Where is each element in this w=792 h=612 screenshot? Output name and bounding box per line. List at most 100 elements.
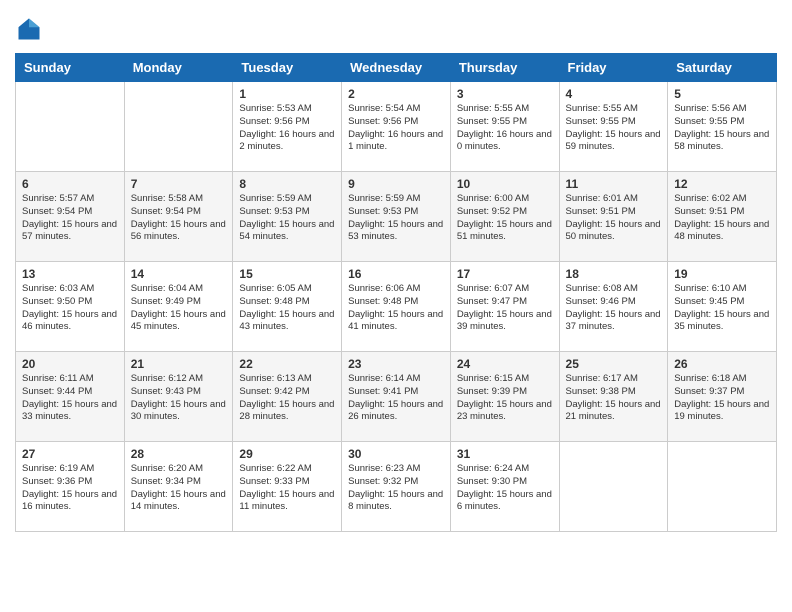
cell-info-text: Sunrise: 5:57 AM Sunset: 9:54 PM Dayligh… — [22, 193, 118, 244]
cell-info-text: Sunrise: 6:24 AM Sunset: 9:30 PM Dayligh… — [457, 463, 553, 514]
cell-day-number: 30 — [348, 447, 444, 461]
page-header — [15, 15, 777, 43]
calendar-cell: 29 Sunrise: 6:22 AM Sunset: 9:33 PM Dayli… — [233, 442, 342, 532]
calendar-cell — [559, 442, 668, 532]
weekday-header: Friday — [559, 54, 668, 82]
cell-day-number: 17 — [457, 267, 553, 281]
cell-day-number: 6 — [22, 177, 118, 191]
cell-day-number: 5 — [674, 87, 770, 101]
cell-day-number: 24 — [457, 357, 553, 371]
cell-day-number: 23 — [348, 357, 444, 371]
cell-info-text: Sunrise: 6:17 AM Sunset: 9:38 PM Dayligh… — [566, 373, 662, 424]
calendar-cell: 28Sunrise: 6:20 AM Sunset: 9:34 PM Dayli… — [124, 442, 233, 532]
calendar-cell: 18 Sunrise: 6:08 AM Sunset: 9:46 PM Dayli… — [559, 262, 668, 352]
calendar-cell: 24 Sunrise: 6:15 AM Sunset: 9:39 PM Dayli… — [450, 352, 559, 442]
calendar-cell: 7 Sunrise: 5:58 AM Sunset: 9:54 PM Daylig… — [124, 172, 233, 262]
cell-info-text: Sunrise: 6:10 AM Sunset: 9:45 PM Dayligh… — [674, 283, 770, 334]
calendar-cell: 15 Sunrise: 6:05 AM Sunset: 9:48 PM Dayli… — [233, 262, 342, 352]
cell-day-number: 31 — [457, 447, 553, 461]
cell-day-number: 11 — [566, 177, 662, 191]
weekday-header: Sunday — [16, 54, 125, 82]
cell-info-text: Sunrise: 6:05 AM Sunset: 9:48 PM Dayligh… — [239, 283, 335, 334]
logo-icon — [15, 15, 43, 43]
calendar-cell: 16 Sunrise: 6:06 AM Sunset: 9:48 PM Dayli… — [342, 262, 451, 352]
cell-day-number: 4 — [566, 87, 662, 101]
cell-day-number: 14 — [131, 267, 227, 281]
cell-day-number: 25 — [566, 357, 662, 371]
calendar-cell — [124, 82, 233, 172]
cell-info-text: Sunrise: 5:59 AM Sunset: 9:53 PM Dayligh… — [348, 193, 444, 244]
cell-day-number: 7 — [131, 177, 227, 191]
calendar-cell — [16, 82, 125, 172]
cell-info-text: Sunrise: 5:55 AM Sunset: 9:55 PM Dayligh… — [457, 103, 553, 154]
cell-info-text: Sunrise: 6:02 AM Sunset: 9:51 PM Dayligh… — [674, 193, 770, 244]
calendar-cell: 25 Sunrise: 6:17 AM Sunset: 9:38 PM Dayli… — [559, 352, 668, 442]
calendar-cell: 10 Sunrise: 6:00 AM Sunset: 9:52 PM Dayli… — [450, 172, 559, 262]
calendar-cell: 1Sunrise: 5:53 AM Sunset: 9:56 PM Daylig… — [233, 82, 342, 172]
cell-info-text: Sunrise: 5:59 AM Sunset: 9:53 PM Dayligh… — [239, 193, 335, 244]
weekday-header: Thursday — [450, 54, 559, 82]
calendar-cell: 17 Sunrise: 6:07 AM Sunset: 9:47 PM Dayli… — [450, 262, 559, 352]
calendar-cell: 13 Sunrise: 6:03 AM Sunset: 9:50 PM Dayli… — [16, 262, 125, 352]
calendar-cell: 30Sunrise: 6:23 AM Sunset: 9:32 PM Dayli… — [342, 442, 451, 532]
cell-day-number: 22 — [239, 357, 335, 371]
cell-info-text: Sunrise: 5:55 AM Sunset: 9:55 PM Dayligh… — [566, 103, 662, 154]
cell-info-text: Sunrise: 6:12 AM Sunset: 9:43 PM Dayligh… — [131, 373, 227, 424]
cell-day-number: 2 — [348, 87, 444, 101]
calendar-cell: 3 Sunrise: 5:55 AM Sunset: 9:55 PM Daylig… — [450, 82, 559, 172]
cell-info-text: Sunrise: 6:06 AM Sunset: 9:48 PM Dayligh… — [348, 283, 444, 334]
cell-day-number: 10 — [457, 177, 553, 191]
calendar-cell: 12 Sunrise: 6:02 AM Sunset: 9:51 PM Dayli… — [668, 172, 777, 262]
cell-day-number: 19 — [674, 267, 770, 281]
weekday-header: Wednesday — [342, 54, 451, 82]
cell-day-number: 18 — [566, 267, 662, 281]
calendar-cell: 21Sunrise: 6:12 AM Sunset: 9:43 PM Dayli… — [124, 352, 233, 442]
cell-info-text: Sunrise: 5:53 AM Sunset: 9:56 PM Dayligh… — [239, 103, 335, 154]
weekday-header: Tuesday — [233, 54, 342, 82]
cell-info-text: Sunrise: 6:08 AM Sunset: 9:46 PM Dayligh… — [566, 283, 662, 334]
calendar-cell: 23Sunrise: 6:14 AM Sunset: 9:41 PM Dayli… — [342, 352, 451, 442]
cell-info-text: Sunrise: 6:00 AM Sunset: 9:52 PM Dayligh… — [457, 193, 553, 244]
cell-info-text: Sunrise: 6:11 AM Sunset: 9:44 PM Dayligh… — [22, 373, 118, 424]
logo — [15, 15, 47, 43]
cell-day-number: 12 — [674, 177, 770, 191]
cell-info-text: Sunrise: 6:15 AM Sunset: 9:39 PM Dayligh… — [457, 373, 553, 424]
calendar-cell: 2 Sunrise: 5:54 AM Sunset: 9:56 PM Daylig… — [342, 82, 451, 172]
cell-day-number: 3 — [457, 87, 553, 101]
weekday-header: Monday — [124, 54, 233, 82]
cell-info-text: Sunrise: 6:04 AM Sunset: 9:49 PM Dayligh… — [131, 283, 227, 334]
cell-info-text: Sunrise: 6:19 AM Sunset: 9:36 PM Dayligh… — [22, 463, 118, 514]
cell-day-number: 9 — [348, 177, 444, 191]
cell-info-text: Sunrise: 6:01 AM Sunset: 9:51 PM Dayligh… — [566, 193, 662, 244]
cell-info-text: Sunrise: 6:03 AM Sunset: 9:50 PM Dayligh… — [22, 283, 118, 334]
calendar-cell: 20 Sunrise: 6:11 AM Sunset: 9:44 PM Dayli… — [16, 352, 125, 442]
calendar-cell: 8 Sunrise: 5:59 AM Sunset: 9:53 PM Daylig… — [233, 172, 342, 262]
calendar-cell: 26Sunrise: 6:18 AM Sunset: 9:37 PM Dayli… — [668, 352, 777, 442]
calendar-cell: 27 Sunrise: 6:19 AM Sunset: 9:36 PM Dayli… — [16, 442, 125, 532]
cell-info-text: Sunrise: 6:07 AM Sunset: 9:47 PM Dayligh… — [457, 283, 553, 334]
cell-day-number: 15 — [239, 267, 335, 281]
calendar-cell: 9 Sunrise: 5:59 AM Sunset: 9:53 PM Daylig… — [342, 172, 451, 262]
cell-info-text: Sunrise: 6:13 AM Sunset: 9:42 PM Dayligh… — [239, 373, 335, 424]
cell-day-number: 27 — [22, 447, 118, 461]
calendar-cell: 19 Sunrise: 6:10 AM Sunset: 9:45 PM Dayli… — [668, 262, 777, 352]
cell-day-number: 16 — [348, 267, 444, 281]
calendar-week-row: 1Sunrise: 5:53 AM Sunset: 9:56 PM Daylig… — [16, 82, 777, 172]
cell-day-number: 20 — [22, 357, 118, 371]
calendar-week-row: 20 Sunrise: 6:11 AM Sunset: 9:44 PM Dayli… — [16, 352, 777, 442]
calendar-week-row: 13 Sunrise: 6:03 AM Sunset: 9:50 PM Dayli… — [16, 262, 777, 352]
calendar-cell: 31 Sunrise: 6:24 AM Sunset: 9:30 PM Dayli… — [450, 442, 559, 532]
cell-info-text: Sunrise: 5:54 AM Sunset: 9:56 PM Dayligh… — [348, 103, 444, 154]
cell-day-number: 8 — [239, 177, 335, 191]
calendar-cell — [668, 442, 777, 532]
cell-info-text: Sunrise: 6:22 AM Sunset: 9:33 PM Dayligh… — [239, 463, 335, 514]
calendar-cell: 22 Sunrise: 6:13 AM Sunset: 9:42 PM Dayli… — [233, 352, 342, 442]
cell-day-number: 13 — [22, 267, 118, 281]
calendar-cell: 14 Sunrise: 6:04 AM Sunset: 9:49 PM Dayli… — [124, 262, 233, 352]
cell-info-text: Sunrise: 5:58 AM Sunset: 9:54 PM Dayligh… — [131, 193, 227, 244]
calendar-week-row: 27 Sunrise: 6:19 AM Sunset: 9:36 PM Dayli… — [16, 442, 777, 532]
cell-day-number: 29 — [239, 447, 335, 461]
weekday-header: Saturday — [668, 54, 777, 82]
calendar-cell: 5Sunrise: 5:56 AM Sunset: 9:55 PM Daylig… — [668, 82, 777, 172]
calendar-week-row: 6 Sunrise: 5:57 AM Sunset: 9:54 PM Daylig… — [16, 172, 777, 262]
